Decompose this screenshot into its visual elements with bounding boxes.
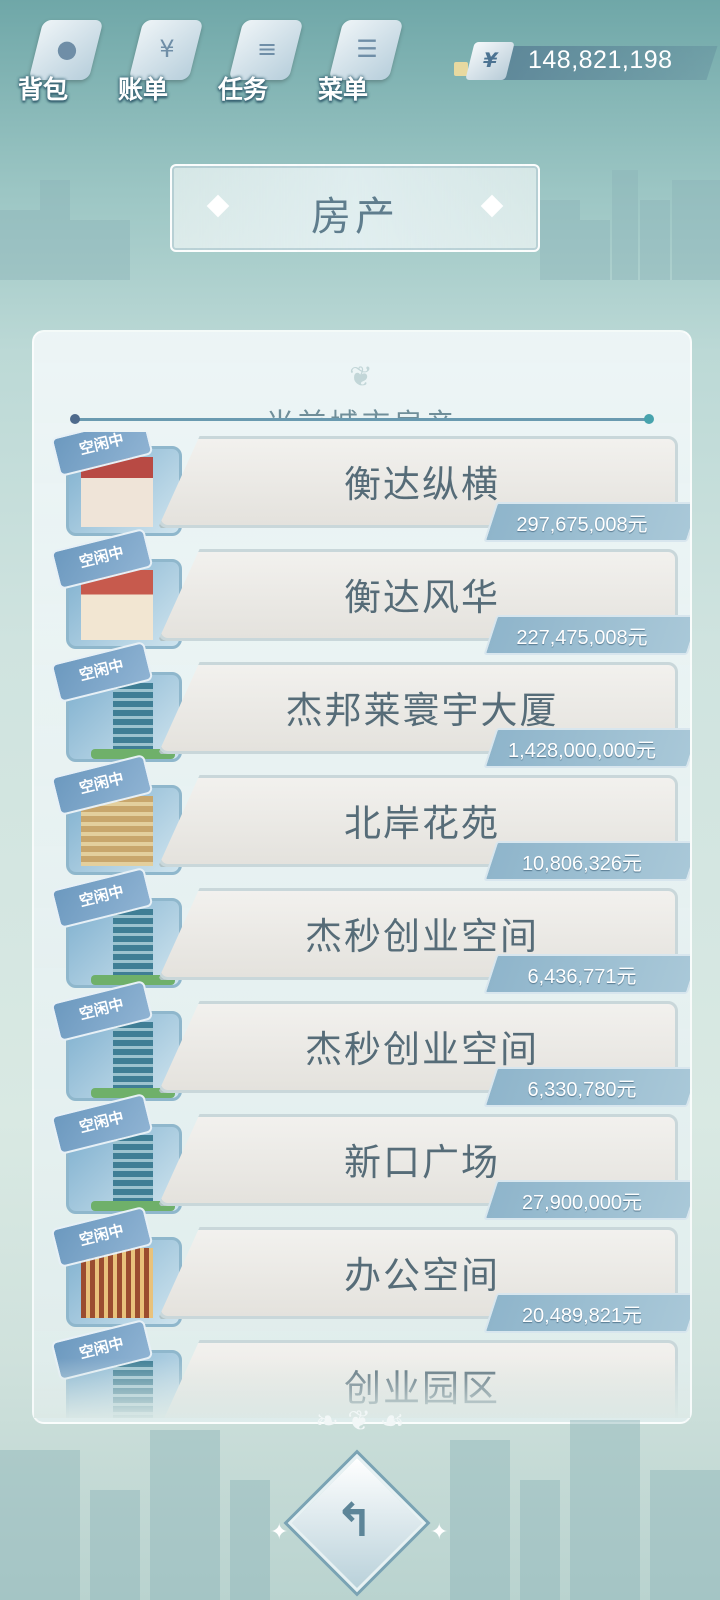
building-icon xyxy=(91,683,175,759)
property-price: 1,428,000,000元 xyxy=(508,740,656,762)
page-title: 房产 xyxy=(311,194,399,240)
property-list-panel: ❦ 当前城市房产 衡达纵横297,675,008元空闲中衡达风华227,475,… xyxy=(32,330,692,1424)
property-name: 办公空间 xyxy=(344,1254,500,1297)
menu-label: 菜单 xyxy=(318,75,369,104)
back-arrow-icon[interactable]: ↰ xyxy=(308,1474,400,1566)
property-item[interactable]: 杰邦莱寰宇大厦 1,428,000,000元 空闲中 xyxy=(50,640,690,768)
money-value: 148,821,198 xyxy=(528,46,673,74)
top-menu-bar: ● 背包 ¥ 账单 ≡ 任务 ☰ 菜单 ¥ 148,821,198 xyxy=(0,0,720,110)
building-icon xyxy=(91,1135,175,1211)
property-price: 6,330,780元 xyxy=(527,1079,637,1101)
property-list[interactable]: 衡达纵横 297,675,008元 空闲中 衡达风华 227,475,008元 空闲中 杰邦… xyxy=(34,432,690,1418)
property-price: 27,900,000元 xyxy=(521,1192,643,1214)
task-label: 任务 xyxy=(218,75,269,104)
property-price: 297,675,008元 xyxy=(516,514,648,536)
bill-button[interactable]: ¥ 账单 xyxy=(118,14,208,104)
money-display: ¥ 148,821,198 xyxy=(454,42,718,80)
property-name: 杰邦莱寰宇大厦 xyxy=(285,689,559,732)
property-name: 北岸花苑 xyxy=(344,802,500,845)
property-item[interactable]: 衡达风华 227,475,008元 空闲中 xyxy=(50,527,690,655)
property-name: 杰秒创业空间 xyxy=(305,1028,539,1071)
sparkle-icon: ✦ xyxy=(270,1520,289,1545)
backpack-label: 背包 xyxy=(18,75,69,104)
bill-label: 账单 xyxy=(118,75,169,104)
property-item[interactable]: 北岸花苑 10,806,326元 空闲中 xyxy=(50,753,690,881)
backpack-button[interactable]: ● 背包 xyxy=(18,14,108,104)
divider xyxy=(70,414,654,424)
property-price: 6,436,771元 xyxy=(527,966,637,988)
building-icon xyxy=(91,1022,175,1098)
property-item[interactable]: 衡达纵横 297,675,008元 空闲中 xyxy=(50,432,690,542)
property-price: 227,475,008元 xyxy=(516,627,648,649)
ornament-icon: ❦ xyxy=(349,360,375,393)
property-name: 杰秒创业空间 xyxy=(305,915,539,958)
property-price: 20,489,821元 xyxy=(521,1305,643,1327)
ornament-icon: ❧ ❦ ☙ xyxy=(315,1404,405,1437)
property-item[interactable]: 办公空间 20,489,821元 空闲中 xyxy=(50,1205,690,1333)
property-name: 新口广场 xyxy=(344,1141,500,1184)
page-title-banner: 房产 xyxy=(170,164,540,252)
property-name: 衡达纵横 xyxy=(344,463,500,506)
task-button[interactable]: ≡ 任务 xyxy=(218,14,308,104)
property-item[interactable]: 杰秒创业空间 6,330,780元 空闲中 xyxy=(50,979,690,1107)
property-price: 10,806,326元 xyxy=(521,853,643,875)
property-item[interactable]: 新口广场 27,900,000元 空闲中 xyxy=(50,1092,690,1220)
building-icon xyxy=(91,909,175,985)
menu-button[interactable]: ☰ 菜单 xyxy=(318,14,408,104)
property-item[interactable]: 杰秒创业空间 6,436,771元 空闲中 xyxy=(50,866,690,994)
property-name: 衡达风华 xyxy=(344,576,500,619)
sparkle-icon: ✦ xyxy=(430,1520,449,1545)
